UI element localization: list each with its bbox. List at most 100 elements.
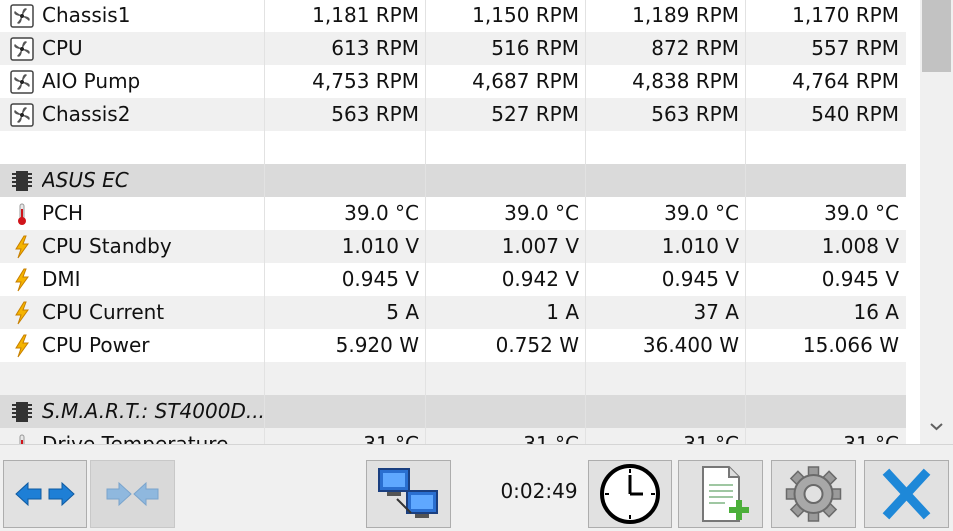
- spacer-row: [0, 362, 906, 395]
- current-value: 4,753 RPM: [312, 69, 419, 93]
- max-value: 4,838 RPM: [632, 69, 739, 93]
- spacer-row: [0, 131, 906, 164]
- sensor-name: CPU Current: [42, 300, 165, 324]
- current-value: 0.945 V: [341, 267, 419, 291]
- average-value: [745, 164, 905, 197]
- average-value: 0.945 V: [821, 267, 899, 291]
- current-value: 1,181 RPM: [312, 3, 419, 27]
- min-value: [425, 131, 585, 164]
- min-value: 527 RPM: [491, 102, 579, 126]
- current-value: [265, 131, 425, 164]
- average-value: [745, 395, 905, 428]
- logging-button[interactable]: [678, 460, 763, 528]
- column-divider: [585, 0, 586, 444]
- reset-timer-button[interactable]: [588, 460, 672, 528]
- sensor-name: S.M.A.R.T.: ST4000D...: [42, 399, 264, 423]
- sensor-group-row[interactable]: S.M.A.R.T.: ST4000D...: [0, 395, 906, 428]
- sensor-row[interactable]: CPU Standby 1.010 V 1.007 V 1.010 V 1.008 V: [0, 230, 906, 263]
- sensor-name: DMI: [42, 267, 81, 291]
- current-value: [265, 164, 425, 197]
- sensor-name: Chassis2: [42, 102, 131, 126]
- thermometer-icon: [10, 433, 34, 444]
- current-value: 5.920 W: [335, 333, 419, 357]
- sensor-row[interactable]: CPU 613 RPM 516 RPM 872 RPM 557 RPM: [0, 32, 906, 65]
- network-button[interactable]: [366, 460, 451, 528]
- lightning-icon: [10, 235, 34, 259]
- fan-icon: [10, 70, 34, 94]
- chip-icon: [10, 400, 34, 424]
- sensor-row[interactable]: Chassis1 1,181 RPM 1,150 RPM 1,189 RPM 1,170…: [0, 0, 906, 32]
- arrows-inward-icon: [106, 481, 159, 507]
- network-computers-icon: [378, 468, 438, 518]
- lightning-icon: [10, 268, 34, 292]
- min-value: 1,150 RPM: [472, 3, 579, 27]
- sensor-row[interactable]: Drive Temperature 31 °C 31 °C 31 °C 31 °C: [0, 428, 906, 444]
- current-value: 613 RPM: [331, 36, 419, 60]
- sensor-name: ASUS EC: [42, 168, 129, 192]
- column-divider: [425, 0, 426, 444]
- max-value: [585, 395, 745, 428]
- min-value: [425, 395, 585, 428]
- average-value: [745, 131, 905, 164]
- sensor-row[interactable]: DMI 0.945 V 0.942 V 0.945 V 0.945 V: [0, 263, 906, 296]
- current-value: 563 RPM: [331, 102, 419, 126]
- min-value: 39.0 °C: [504, 201, 579, 225]
- sensor-table: Chassis1 1,181 RPM 1,150 RPM 1,189 RPM 1,170…: [0, 0, 920, 444]
- sensor-row[interactable]: CPU Power 5.920 W 0.752 W 36.400 W 15.066 W: [0, 329, 906, 362]
- current-value: 5 A: [386, 300, 419, 324]
- arrows-outward-icon: [15, 481, 75, 507]
- average-value: 15.066 W: [802, 333, 899, 357]
- min-value: 4,687 RPM: [472, 69, 579, 93]
- sensor-group-row[interactable]: ASUS EC: [0, 164, 906, 197]
- sensor-row[interactable]: Chassis2 563 RPM 527 RPM 563 RPM 540 RPM: [0, 98, 906, 131]
- scroll-down-arrow-icon[interactable]: [920, 412, 953, 442]
- min-value: [425, 362, 585, 395]
- max-value: [585, 362, 745, 395]
- max-value: 0.945 V: [661, 267, 739, 291]
- fan-icon: [10, 37, 34, 61]
- max-value: 872 RPM: [651, 36, 739, 60]
- collapse-columns-button[interactable]: [90, 460, 175, 528]
- max-value: 1,189 RPM: [632, 3, 739, 27]
- thermometer-icon: [10, 202, 34, 226]
- expand-columns-button[interactable]: [3, 460, 87, 528]
- clock-icon: [600, 464, 660, 524]
- settings-button[interactable]: [771, 460, 856, 528]
- min-value: [425, 164, 585, 197]
- current-value: [265, 362, 425, 395]
- sensor-name: Chassis1: [42, 3, 131, 27]
- sensor-name: CPU Power: [42, 333, 150, 357]
- sensor-name: CPU Standby: [42, 234, 172, 258]
- current-value: 39.0 °C: [344, 201, 419, 225]
- min-value: 31 °C: [523, 432, 579, 444]
- elapsed-timer: 0:02:49: [500, 479, 578, 503]
- min-value: 0.942 V: [501, 267, 579, 291]
- max-value: 31 °C: [683, 432, 739, 444]
- max-value: [585, 164, 745, 197]
- chip-icon: [10, 169, 34, 193]
- max-value: 39.0 °C: [664, 201, 739, 225]
- close-button[interactable]: [864, 460, 949, 528]
- close-icon: [882, 468, 931, 520]
- average-value: 1,170 RPM: [792, 3, 899, 27]
- min-value: 1.007 V: [501, 234, 579, 258]
- gear-icon: [785, 466, 842, 522]
- sensor-row[interactable]: AIO Pump 4,753 RPM 4,687 RPM 4,838 RPM 4,764…: [0, 65, 906, 98]
- average-value: 31 °C: [843, 432, 899, 444]
- average-value: [745, 362, 905, 395]
- lightning-icon: [10, 301, 34, 325]
- sensor-name: AIO Pump: [42, 69, 141, 93]
- average-value: 39.0 °C: [824, 201, 899, 225]
- sensor-row[interactable]: PCH 39.0 °C 39.0 °C 39.0 °C 39.0 °C: [0, 197, 906, 230]
- lightning-icon: [10, 334, 34, 358]
- max-value: [585, 131, 745, 164]
- average-value: 540 RPM: [811, 102, 899, 126]
- min-value: 0.752 W: [495, 333, 579, 357]
- sensor-row[interactable]: CPU Current 5 A 1 A 37 A 16 A: [0, 296, 906, 329]
- current-value: 1.010 V: [341, 234, 419, 258]
- scrollbar-thumb[interactable]: [922, 0, 951, 72]
- column-divider: [745, 0, 746, 444]
- average-value: 1.008 V: [821, 234, 899, 258]
- sensor-name: [42, 131, 264, 164]
- current-value: 31 °C: [363, 432, 419, 444]
